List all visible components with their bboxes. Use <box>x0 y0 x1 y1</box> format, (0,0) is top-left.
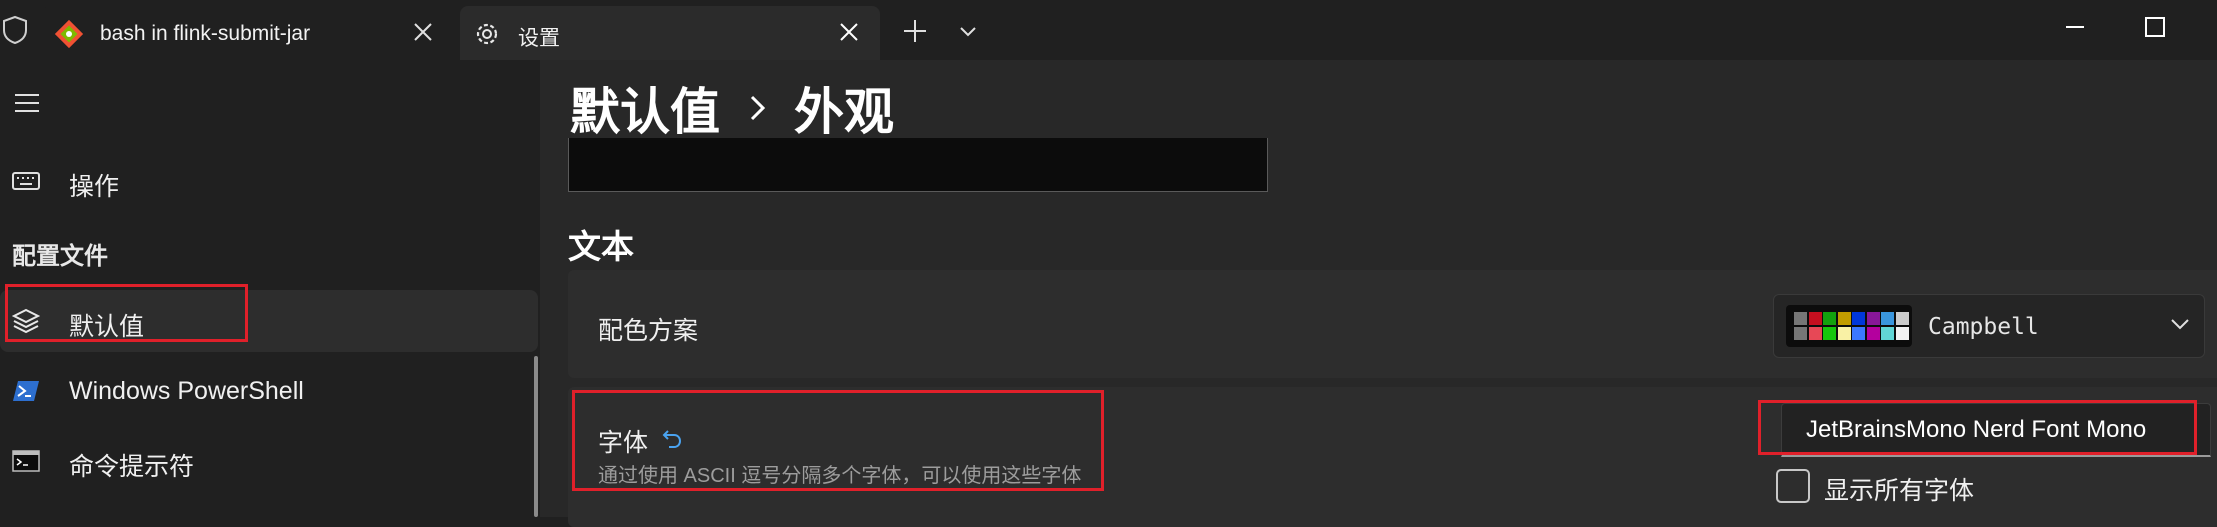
tab-settings[interactable]: 设置 <box>460 6 880 60</box>
tab-label: 设置 <box>518 27 560 50</box>
title-bar: bash in flink-submit-jar 设置 <box>0 0 2217 60</box>
powershell-icon <box>13 381 39 401</box>
color-swatch-chip <box>1852 326 1865 340</box>
close-icon[interactable] <box>412 21 434 43</box>
color-scheme-swatch <box>1786 305 1912 347</box>
sidebar-item-defaults[interactable]: 默认值 <box>0 290 538 352</box>
sidebar-scrollbar[interactable] <box>534 356 538 517</box>
color-swatch-chip <box>1808 326 1822 340</box>
plus-icon[interactable] <box>900 16 930 46</box>
color-scheme-dropdown[interactable]: Campbell <box>1773 294 2205 358</box>
sidebar-item-cmd[interactable]: 命令提示符 <box>0 430 538 492</box>
hamburger-icon[interactable] <box>13 92 41 114</box>
color-scheme-card: 配色方案 Campbell <box>568 270 2217 378</box>
color-swatch-chip <box>1837 312 1851 325</box>
tab-label: bash in flink-submit-jar <box>100 22 311 45</box>
minimize-icon[interactable] <box>2060 12 2090 42</box>
shield-icon <box>3 15 27 45</box>
color-scheme-value: Campbell <box>1928 314 2039 340</box>
sidebar-item-label: Windows PowerShell <box>69 377 304 405</box>
terminal-preview <box>568 138 1268 192</box>
show-all-fonts-checkbox[interactable] <box>1776 469 1810 503</box>
chevron-right-icon <box>750 95 766 121</box>
sidebar-item-label: 操作 <box>69 173 120 201</box>
sidebar-item-label: 命令提示符 <box>69 453 195 481</box>
font-face-card: 字体 通过使用 ASCII 逗号分隔多个字体，可以使用这些字体 显示所有字体 <box>568 387 2217 527</box>
color-swatch-chip <box>1866 312 1880 325</box>
color-swatch-chip <box>1837 326 1851 340</box>
layers-icon <box>12 308 40 334</box>
git-diamond-icon <box>54 19 84 49</box>
color-swatch-chip <box>1895 312 1909 325</box>
font-face-description: 通过使用 ASCII 逗号分隔多个字体，可以使用这些字体 <box>598 465 1082 487</box>
color-swatch-chip <box>1808 312 1822 325</box>
sidebar-item-powershell[interactable]: Windows PowerShell <box>0 360 538 422</box>
sidebar-item-actions[interactable]: 操作 <box>0 150 538 212</box>
color-swatch-chip <box>1823 312 1836 325</box>
color-swatch-chip <box>1881 326 1894 340</box>
gear-icon <box>476 23 498 45</box>
color-swatch-chip <box>1794 312 1807 325</box>
chevron-down-icon[interactable] <box>2168 314 2192 334</box>
maximize-icon[interactable] <box>2140 12 2170 42</box>
close-icon[interactable] <box>838 21 860 43</box>
breadcrumb-parent[interactable]: 默认值 <box>570 72 720 144</box>
cmd-icon <box>12 450 40 472</box>
section-header-profiles: 配置文件 <box>12 243 108 270</box>
color-scheme-label: 配色方案 <box>598 317 699 345</box>
show-all-fonts-label: 显示所有字体 <box>1824 477 1975 505</box>
color-swatch-chip <box>1794 326 1807 340</box>
section-title: 文本 <box>568 228 634 265</box>
tab-bash[interactable]: bash in flink-submit-jar <box>42 6 454 60</box>
font-face-field[interactable] <box>1782 404 2210 455</box>
color-swatch-chip <box>1881 312 1894 325</box>
keyboard-icon <box>12 172 40 190</box>
font-face-input[interactable] <box>1781 403 2211 457</box>
color-swatch-chip <box>1895 326 1909 340</box>
font-face-label: 字体 <box>598 429 649 457</box>
breadcrumb-current: 外观 <box>794 84 894 140</box>
chevron-down-icon[interactable] <box>956 20 980 44</box>
color-swatch-chip <box>1823 326 1836 340</box>
color-swatch-chip <box>1852 312 1865 325</box>
color-swatch-chip <box>1866 326 1880 340</box>
sidebar-item-label: 默认值 <box>69 313 145 341</box>
reset-icon[interactable] <box>661 427 683 449</box>
breadcrumb: 默认值 外观 <box>570 72 894 144</box>
